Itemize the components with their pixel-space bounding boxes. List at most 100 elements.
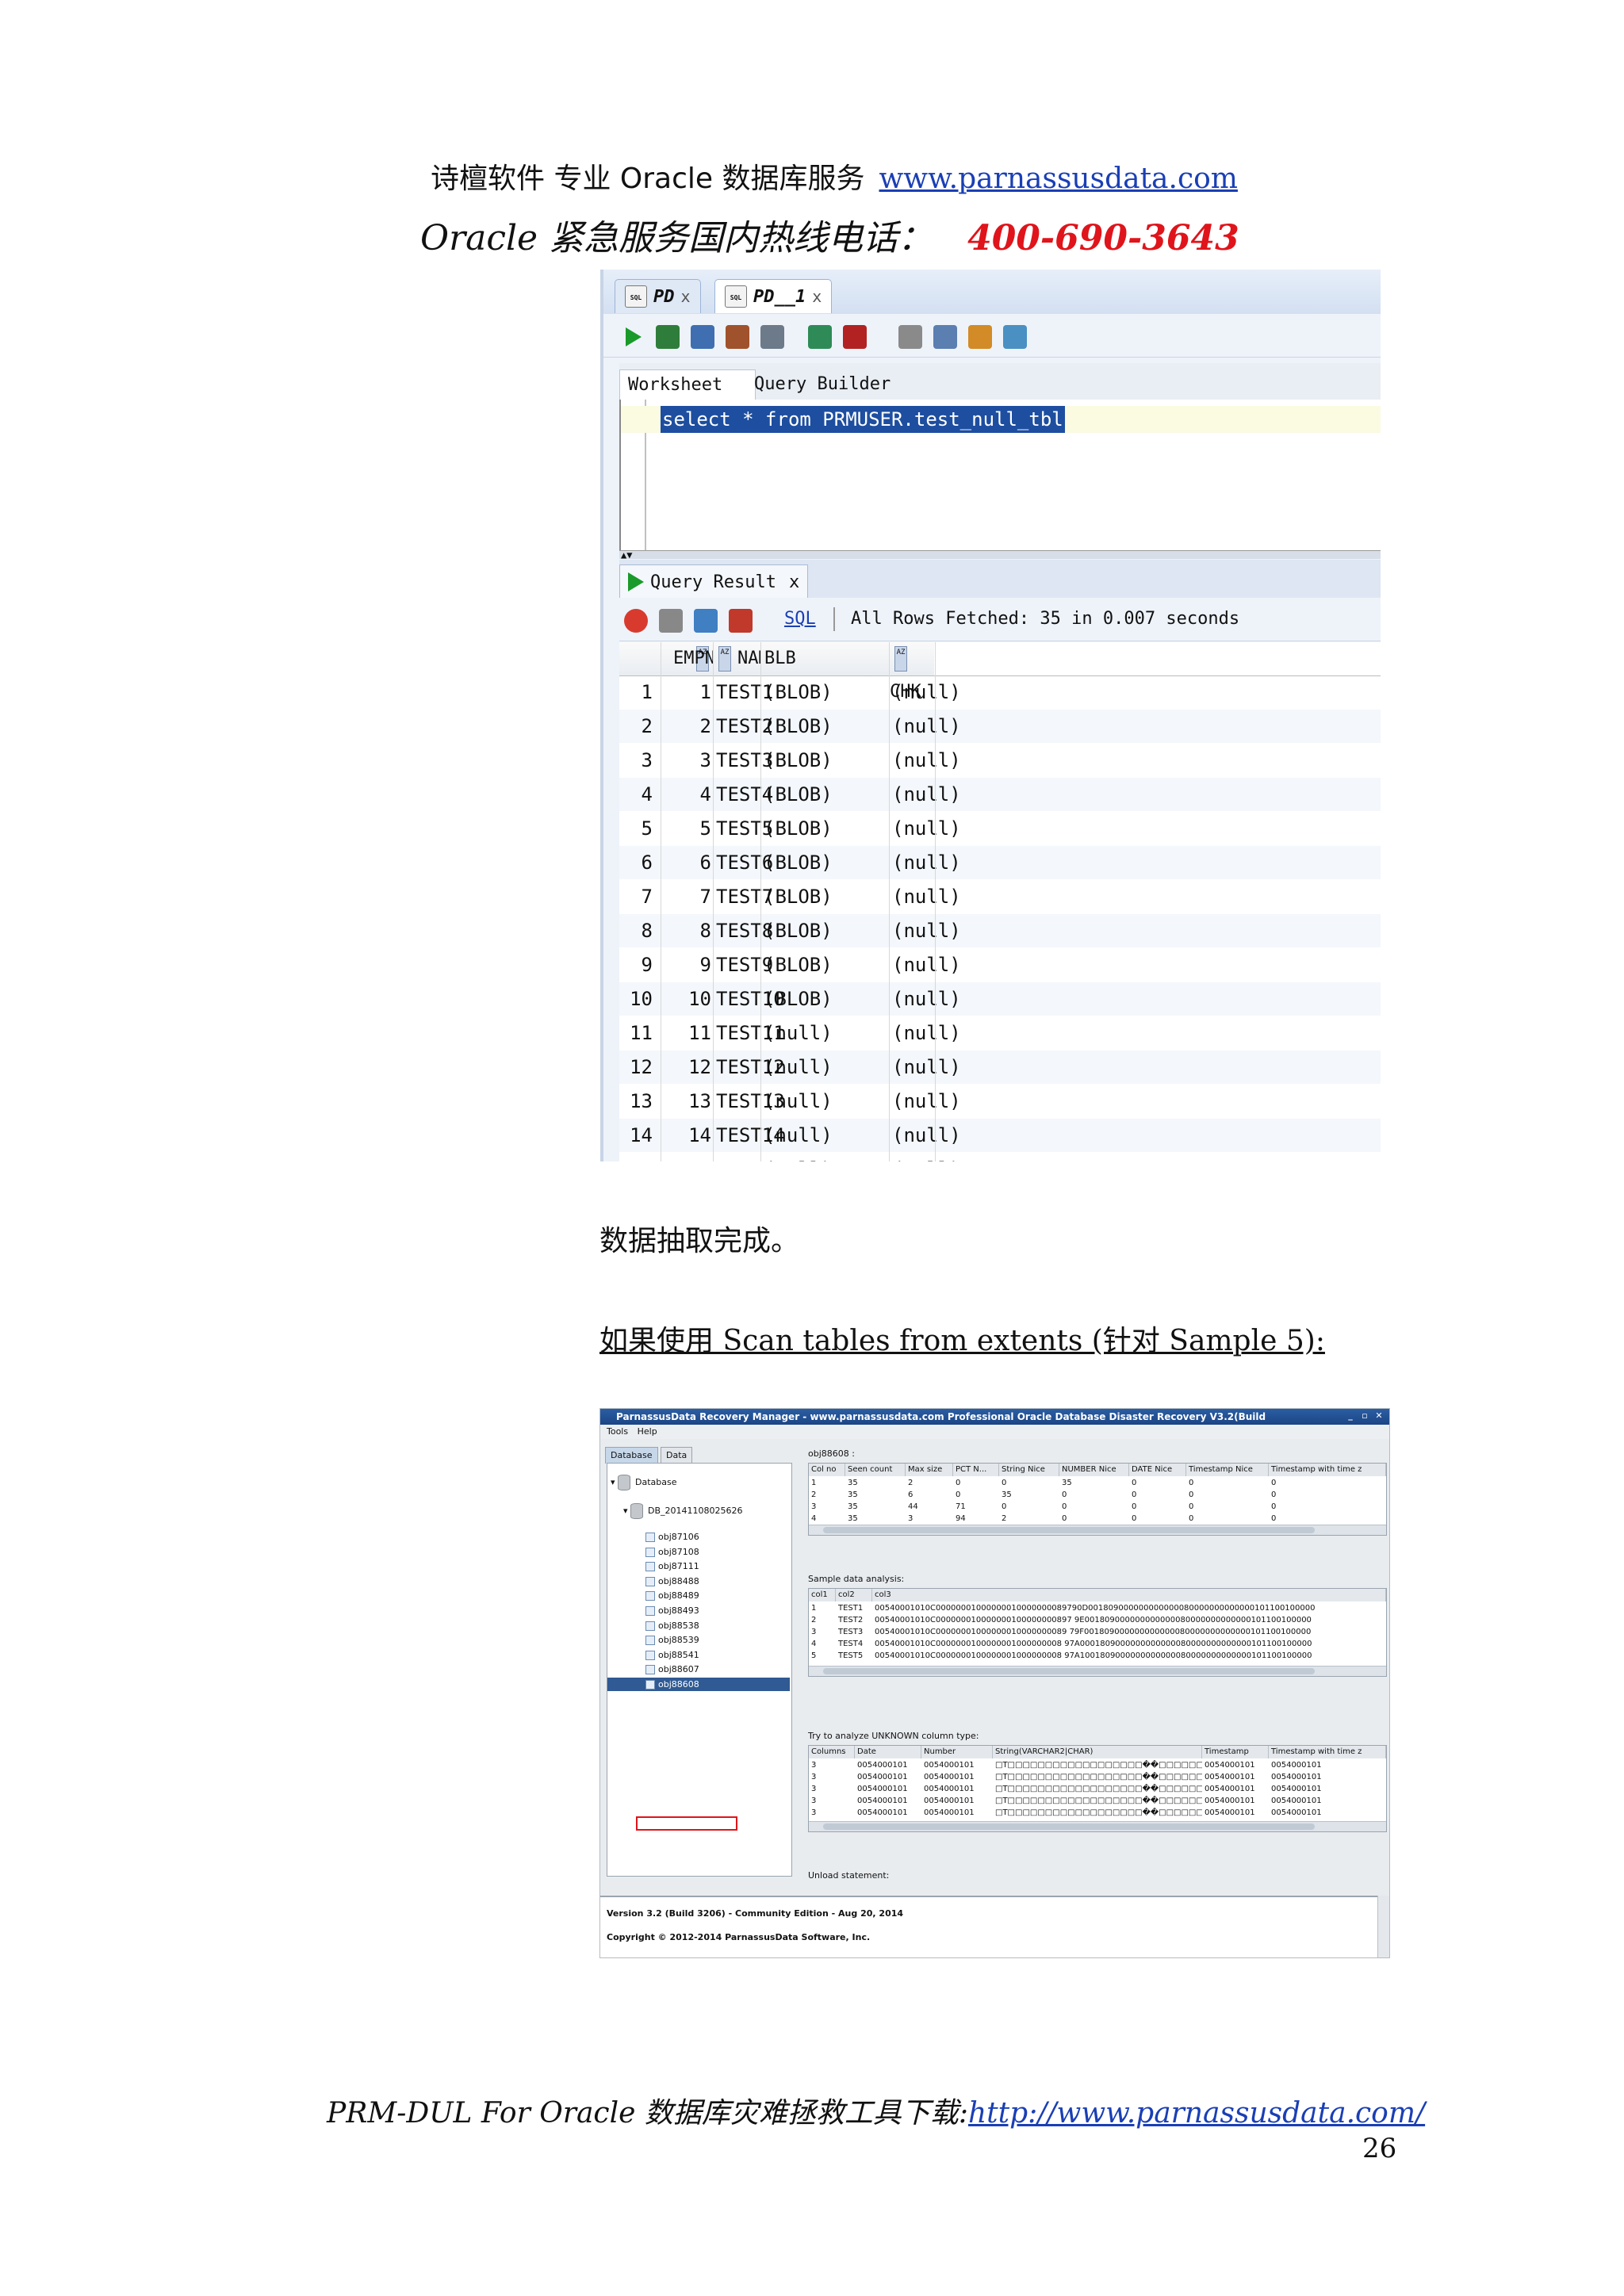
- tab-query-builder[interactable]: Query Builder: [746, 369, 898, 400]
- column-header[interactable]: col1: [809, 1589, 836, 1601]
- column-header-chk[interactable]: AZCHK: [889, 642, 934, 702]
- header-website-link[interactable]: www.parnassusdata.com: [879, 163, 1237, 195]
- column-header[interactable]: Columns: [809, 1746, 855, 1758]
- table-row[interactable]: 5 5 TEST5 (BLOB) (null): [619, 812, 1381, 845]
- tree-object-obj88541[interactable]: obj88541: [645, 1648, 699, 1662]
- column-header[interactable]: String Nice: [999, 1464, 1059, 1476]
- tree-object-obj88538[interactable]: obj88538: [645, 1619, 699, 1632]
- row-number-header: [619, 642, 661, 675]
- tree-object-obj88493[interactable]: obj88493: [645, 1604, 699, 1617]
- tab-query-result[interactable]: Query Result x: [619, 564, 809, 599]
- rollback-icon[interactable]: [843, 325, 867, 349]
- tree-object-obj88607[interactable]: obj88607: [645, 1663, 699, 1676]
- tree-object-obj88539[interactable]: obj88539: [645, 1633, 699, 1647]
- column-header[interactable]: Col no: [809, 1464, 845, 1476]
- tree-node-database[interactable]: ▾ Database: [611, 1475, 677, 1490]
- commit-icon[interactable]: [808, 325, 832, 349]
- minimize-icon[interactable]: _: [1345, 1410, 1356, 1422]
- editor-splitter[interactable]: ▲▼: [619, 549, 1381, 561]
- menu-help[interactable]: Help: [638, 1426, 657, 1437]
- column-header[interactable]: String(VARCHAR2|CHAR): [993, 1746, 1202, 1758]
- tree-object-obj87106[interactable]: obj87106: [645, 1530, 699, 1544]
- table-row[interactable]: 1 1 TEST1 (BLOB) (null): [619, 675, 1381, 709]
- column-header[interactable]: Timestamp with time z: [1269, 1464, 1386, 1476]
- column-header[interactable]: PCT N...: [953, 1464, 999, 1476]
- table-cell: 0: [956, 1479, 961, 1487]
- sort-icon[interactable]: AZ: [894, 646, 907, 672]
- column-header[interactable]: Seen count: [845, 1464, 906, 1476]
- collapse-up-icon[interactable]: ▲▼: [621, 549, 632, 561]
- close-icon[interactable]: ✕: [1373, 1410, 1385, 1422]
- tree-object-obj88489[interactable]: obj88489: [645, 1589, 699, 1602]
- column-header[interactable]: Number: [921, 1746, 993, 1758]
- column-header-blb[interactable]: BLB: [760, 642, 893, 675]
- horizontal-scrollbar[interactable]: [809, 1525, 1386, 1535]
- table-row[interactable]: 12 12 TEST12 (null) (null): [619, 1050, 1381, 1084]
- footer-download-link[interactable]: http://www.parnassusdata.com/: [968, 2097, 1425, 2130]
- column-header[interactable]: Date: [855, 1746, 921, 1758]
- table-cell: □T□□□□□□□□□□□□□□□□□□��□□□□□□□□□: [995, 1808, 1202, 1817]
- scrollbar-thumb[interactable]: [823, 1668, 1315, 1674]
- refresh-icon[interactable]: [694, 609, 718, 633]
- history-icon[interactable]: [1003, 325, 1027, 349]
- scrollbar-thumb[interactable]: [823, 1823, 1315, 1830]
- table-row[interactable]: 2 2 TEST2 (BLOB) (null): [619, 710, 1381, 743]
- about-scrollbar[interactable]: [1377, 1896, 1389, 1957]
- table-row[interactable]: 8 8 TEST8 (BLOB) (null): [619, 914, 1381, 947]
- tree-node-db[interactable]: ▾ DB_20141108025626: [623, 1503, 743, 1519]
- format-case-icon[interactable]: [933, 325, 957, 349]
- query-text[interactable]: select * from PRMUSER.test_null_tbl: [661, 406, 1065, 433]
- tab-pd-1[interactable]: SQL PD__1 x: [714, 279, 833, 313]
- column-header[interactable]: Max size: [906, 1464, 953, 1476]
- sql-tuning-icon[interactable]: [760, 325, 784, 349]
- table-row[interactable]: 6 6 TEST6 (BLOB) (null): [619, 846, 1381, 879]
- horizontal-scrollbar[interactable]: [809, 1821, 1386, 1831]
- explain-plan-icon[interactable]: [691, 325, 714, 349]
- column-header[interactable]: Timestamp: [1202, 1746, 1269, 1758]
- run-script-icon[interactable]: [656, 325, 680, 349]
- tab-worksheet[interactable]: Worksheet: [619, 369, 756, 400]
- table-row[interactable]: 14 14 TEST14 (null) (null): [619, 1119, 1381, 1152]
- close-icon[interactable]: x: [681, 287, 691, 306]
- sql-editor[interactable]: select * from PRMUSER.test_null_tbl: [619, 400, 1381, 550]
- clear-eraser-icon[interactable]: [968, 325, 992, 349]
- tree-object-obj88608[interactable]: obj88608: [607, 1678, 790, 1691]
- close-icon[interactable]: x: [812, 287, 822, 306]
- tab-pd[interactable]: SQL PD x: [615, 279, 701, 313]
- tree-node-database-label: Database: [635, 1477, 677, 1487]
- column-header[interactable]: NUMBER Nice: [1059, 1464, 1129, 1476]
- pin-icon[interactable]: [624, 609, 648, 633]
- table-row[interactable]: 4 4 TEST4 (BLOB) (null): [619, 778, 1381, 811]
- close-icon[interactable]: x: [789, 572, 799, 592]
- sql-link[interactable]: SQL: [784, 609, 816, 629]
- tab-pd-1-label: PD__1: [753, 286, 806, 307]
- column-header[interactable]: DATE Nice: [1129, 1464, 1186, 1476]
- print-icon[interactable]: [659, 609, 683, 633]
- horizontal-scrollbar[interactable]: [809, 1666, 1386, 1676]
- tab-database[interactable]: Database: [605, 1447, 658, 1464]
- scrollbar-thumb[interactable]: [823, 1527, 1315, 1533]
- tab-data-files[interactable]: Data Files: [661, 1447, 693, 1476]
- table-row[interactable]: 1515TEST15(null)(null): [619, 1153, 1381, 1161]
- cancel-icon[interactable]: [898, 325, 922, 349]
- maximize-icon[interactable]: ▫: [1359, 1410, 1370, 1422]
- column-header[interactable]: Timestamp Nice: [1186, 1464, 1269, 1476]
- column-header[interactable]: col2: [836, 1589, 872, 1601]
- table-row[interactable]: 13 13 TEST13 (null) (null): [619, 1085, 1381, 1118]
- delete-icon[interactable]: [729, 609, 753, 633]
- tree-object-obj87111[interactable]: obj87111: [645, 1559, 699, 1573]
- table-row[interactable]: 3 3 TEST3 (BLOB) (null): [619, 744, 1381, 777]
- tree-object-obj88488[interactable]: obj88488: [645, 1575, 699, 1588]
- table-row[interactable]: 11 11 TEST11 (null) (null): [619, 1016, 1381, 1050]
- run-statement-icon[interactable]: [621, 325, 645, 349]
- table-row[interactable]: 10 10 TEST10 (BLOB) (null): [619, 982, 1381, 1016]
- table-cell: 0: [1062, 1490, 1067, 1499]
- tree-object-obj87108[interactable]: obj87108: [645, 1545, 699, 1559]
- column-header[interactable]: Timestamp with time z: [1269, 1746, 1386, 1758]
- autotrace-icon[interactable]: [726, 325, 749, 349]
- menu-tools[interactable]: Tools: [607, 1426, 628, 1437]
- table-row[interactable]: 9 9 TEST9 (BLOB) (null): [619, 948, 1381, 982]
- column-header[interactable]: col3: [872, 1589, 1386, 1601]
- sort-icon[interactable]: AZ: [718, 646, 731, 672]
- table-row[interactable]: 7 7 TEST7 (BLOB) (null): [619, 880, 1381, 913]
